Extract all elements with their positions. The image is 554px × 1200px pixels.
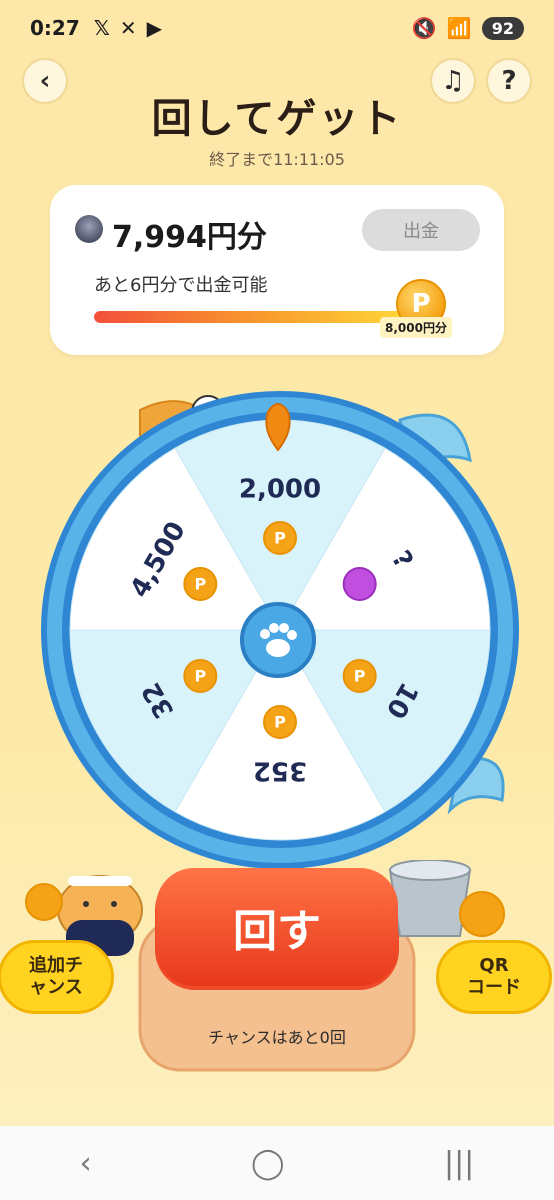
qr-code-label: QR コード: [467, 955, 521, 1000]
nav-recents-icon[interactable]: |||: [444, 1146, 474, 1181]
x-app-icon-2: ✕: [119, 16, 137, 40]
qr-code-label-line1: QR: [479, 954, 509, 976]
system-navbar: ‹ ◯ |||: [0, 1126, 554, 1200]
wheel-svg: 2,000P?10P352P32P4,500 P: [41, 391, 519, 869]
withdraw-button[interactable]: 出金: [362, 209, 480, 251]
wheel-segment-label: 352: [253, 756, 307, 786]
gift-icon: [342, 567, 377, 601]
balance-amount: 7,994円分: [112, 220, 267, 255]
countdown-text: 終了まで11:11:05: [209, 150, 345, 169]
extra-chance-label: 追加チ ャンス: [29, 955, 83, 1000]
coin-label: P: [411, 289, 431, 319]
coin-label: P: [274, 713, 286, 732]
coin-label: P: [354, 667, 366, 686]
coin-decoration-left: [25, 883, 63, 921]
qr-code-label-line2: コード: [467, 977, 521, 998]
avatar: [75, 215, 103, 243]
wifi-icon: 📶: [446, 16, 472, 40]
coin-label: P: [194, 667, 206, 686]
page-title: 回してゲット: [151, 96, 403, 142]
status-time: 0:27: [30, 16, 80, 40]
extra-chance-button[interactable]: 追加チ ャンス: [0, 940, 114, 1014]
balance-card: 7,994円分 出金 あと6円分で出金可能 P 8,000円分: [50, 185, 504, 355]
extra-chance-label-line1: 追加チ: [29, 954, 83, 976]
youtube-icon: ▶: [146, 16, 163, 40]
remaining-text: あと6円分で出金可能: [94, 275, 268, 296]
coin-label: P: [194, 575, 206, 594]
x-app-icon: 𝕏: [93, 16, 110, 40]
qr-code-button[interactable]: QR コード: [436, 940, 552, 1014]
status-bar: 0:27 𝕏 ✕ ▶ 🔇 📶 92: [0, 0, 554, 56]
status-right: 🔇 📶 92: [412, 16, 524, 40]
prize-wheel: 2,000 P? 10 P 352 P 32 P 4,500 P: [40, 390, 520, 870]
wheel-segment-label: 2,000: [239, 475, 321, 505]
extra-chance-label-line2: ャンス: [29, 977, 83, 998]
spin-button[interactable]: 回す: [156, 868, 398, 986]
fish-bucket-icon: [388, 860, 472, 937]
coin-label: P: [274, 529, 286, 548]
mute-icon: 🔇: [411, 16, 437, 40]
battery-badge: 92: [481, 16, 524, 40]
goal-label: 8,000円分: [380, 317, 452, 338]
coin-decoration-right: [459, 891, 505, 937]
nav-back-icon[interactable]: ‹: [80, 1146, 92, 1181]
nav-home-icon[interactable]: ◯: [251, 1146, 285, 1181]
chance-remaining-text: チャンスはあと0回: [208, 1028, 346, 1047]
